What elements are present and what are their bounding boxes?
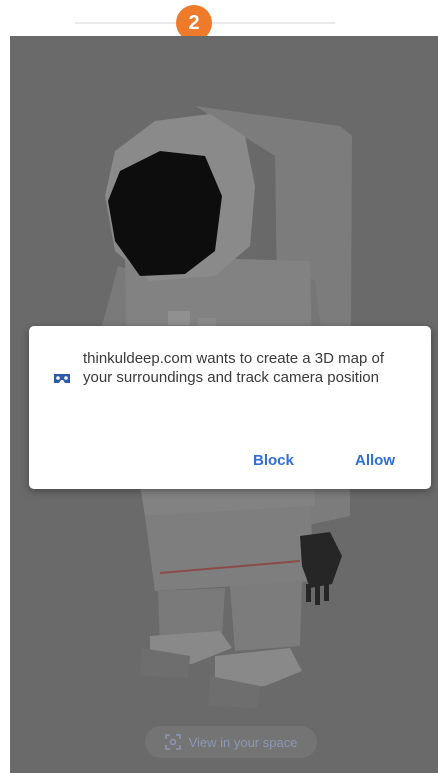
block-button[interactable]: Block bbox=[253, 452, 294, 469]
permission-dialog: thinkuldeep.com wants to create a 3D map… bbox=[29, 326, 431, 489]
vr-headset-icon bbox=[54, 374, 70, 383]
view-in-your-space-label: View in your space bbox=[188, 734, 298, 750]
view-in-your-space-button[interactable]: View in your space bbox=[145, 726, 317, 758]
ar-view-icon bbox=[164, 734, 181, 750]
permission-message: thinkuldeep.com wants to create a 3D map… bbox=[83, 350, 384, 386]
allow-button[interactable]: Allow bbox=[355, 452, 395, 469]
screen: 2 View in your space thinkuldeep.com wan… bbox=[0, 0, 438, 773]
